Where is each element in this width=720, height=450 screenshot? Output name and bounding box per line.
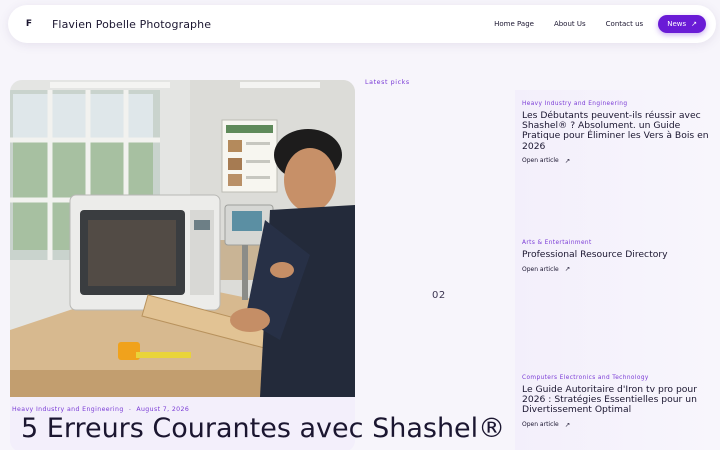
news-button[interactable]: News ↗ bbox=[658, 15, 706, 33]
logo-mark[interactable]: F bbox=[20, 15, 38, 33]
list-item: Heavy Industry and Engineering Les Début… bbox=[522, 101, 712, 165]
open-article-label: Open article bbox=[522, 157, 559, 165]
article-category[interactable]: Computers Electronics and Technology bbox=[522, 375, 712, 381]
article-category[interactable]: Heavy Industry and Engineering bbox=[522, 101, 712, 107]
article-category[interactable]: Arts & Entertainment bbox=[522, 240, 712, 246]
open-article-link[interactable]: Open article ↗ bbox=[522, 265, 712, 273]
open-article-link[interactable]: Open article ↗ bbox=[522, 157, 712, 165]
arrow-up-right-icon: ↗ bbox=[564, 265, 571, 274]
open-article-label: Open article bbox=[522, 265, 559, 273]
featured-date: August 7, 2026 bbox=[136, 406, 190, 413]
arrow-up-right-icon: ↗ bbox=[691, 20, 697, 28]
article-title[interactable]: Les Débutants peuvent-ils réussir avec S… bbox=[522, 110, 712, 152]
open-article-label: Open article bbox=[522, 421, 559, 429]
featured-meta: Heavy Industry and Engineering - August 7,… bbox=[12, 406, 189, 413]
site-title[interactable]: Flavien Pobelle Photographe bbox=[52, 18, 211, 31]
latest-picks-label: Latest picks bbox=[365, 79, 410, 86]
list-item: Arts & Entertainment Professional Resour… bbox=[522, 240, 712, 273]
featured-article-card[interactable] bbox=[10, 80, 355, 450]
main-nav: Home Page About Us Contact us News ↗ bbox=[474, 15, 706, 33]
article-title[interactable]: Le Guide Autoritaire d'Iron tv pro pour … bbox=[522, 384, 712, 416]
arrow-up-right-icon: ↗ bbox=[564, 156, 571, 165]
nav-contact[interactable]: Contact us bbox=[606, 20, 644, 28]
article-title[interactable]: Professional Resource Directory bbox=[522, 249, 712, 260]
list-item: Computers Electronics and Technology Le … bbox=[522, 375, 712, 429]
nav-about[interactable]: About Us bbox=[554, 20, 586, 28]
slide-counter: 02 bbox=[432, 290, 446, 301]
featured-title[interactable]: 5 Erreurs Courantes avec Shashel® et Com… bbox=[21, 414, 720, 443]
featured-category[interactable]: Heavy Industry and Engineering bbox=[12, 406, 124, 413]
site-header: F Flavien Pobelle Photographe Home Page … bbox=[8, 5, 716, 43]
arrow-up-right-icon: ↗ bbox=[564, 420, 571, 429]
meta-separator: - bbox=[128, 406, 132, 413]
open-article-link[interactable]: Open article ↗ bbox=[522, 421, 712, 429]
news-button-label: News bbox=[667, 20, 687, 28]
nav-home[interactable]: Home Page bbox=[494, 20, 534, 28]
workshop-photo-icon bbox=[10, 80, 355, 397]
